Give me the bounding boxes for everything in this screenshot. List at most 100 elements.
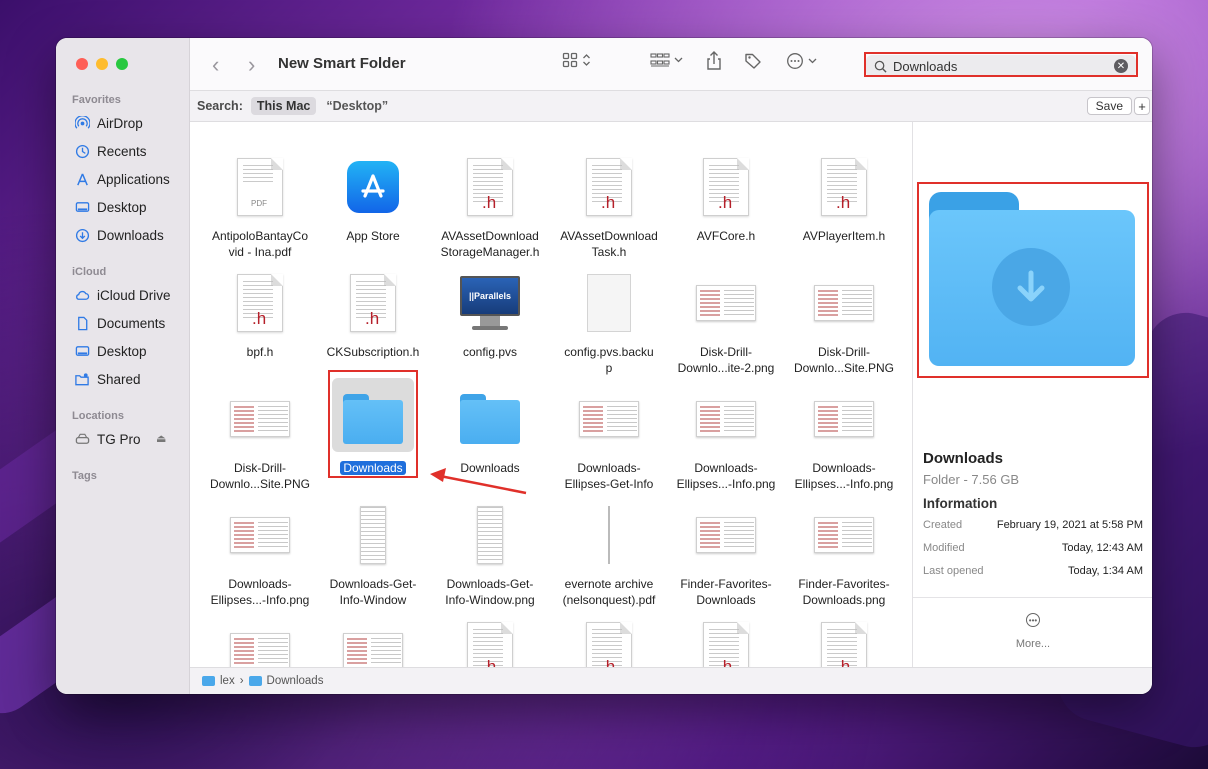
search-field[interactable]: ✕ <box>866 55 1136 77</box>
sidebar-item-recents[interactable]: Recents <box>74 140 147 162</box>
file-item[interactable]: Disk-Drill- Downlo...ite-2.png <box>667 250 785 375</box>
eject-icon[interactable]: ⏏ <box>156 432 166 445</box>
forward-button[interactable]: › <box>248 52 255 78</box>
info-key: Last opened <box>923 565 984 577</box>
sidebar-item-documents[interactable]: Documents <box>74 312 165 334</box>
more-button[interactable]: More... <box>913 638 1152 650</box>
file-item[interactable]: ||Parallels config.pvs <box>431 250 549 366</box>
file-grid: PDF AntipoloBantayCo vid - Ina.pdf App Sto… <box>190 122 912 667</box>
group-by-menu[interactable] <box>650 52 683 68</box>
sidebar-item-shared[interactable]: Shared <box>74 368 141 390</box>
file-item[interactable]: .h AVPlayerItem.h <box>785 134 903 250</box>
folder-preview-icon <box>929 192 1135 366</box>
path-item[interactable]: Downloads <box>267 675 324 687</box>
chevron-down-icon <box>808 58 817 64</box>
path-item[interactable]: lex <box>220 675 235 687</box>
file-item[interactable]: Finder-Favorites- Downloads.png <box>785 482 903 607</box>
file-item[interactable]: Downloads-Get- Info-Window <box>314 482 432 607</box>
h-extension-label: .h <box>365 309 380 328</box>
divider <box>913 597 1152 598</box>
zoom-button[interactable] <box>116 58 128 70</box>
file-item[interactable]: .h CKSubscription.h <box>314 250 432 366</box>
file-item[interactable]: .h AVAssetDownload StorageManager.h <box>431 134 549 259</box>
minimize-button[interactable] <box>96 58 108 70</box>
back-button[interactable]: ‹ <box>212 52 219 78</box>
file-name: config.pvs <box>431 344 549 360</box>
file-item[interactable]: .h <box>431 598 549 667</box>
file-item[interactable]: .h <box>550 598 668 667</box>
file-item[interactable]: Downloads- Ellipses...-Info.png <box>201 482 319 607</box>
desktop-icon <box>74 199 90 215</box>
search-input[interactable] <box>893 58 1108 74</box>
h-extension-label: .h <box>252 309 267 328</box>
toolbar: ‹ › New Smart Folder ✕ <box>190 38 1152 90</box>
file-item[interactable]: .h <box>785 598 903 667</box>
file-item[interactable]: .h <box>667 598 785 667</box>
header-file-icon: .h <box>696 620 756 667</box>
header-file-icon: .h <box>460 156 520 218</box>
close-button[interactable] <box>76 58 88 70</box>
share-button[interactable] <box>706 51 722 71</box>
info-value: February 19, 2021 at 5:58 PM <box>996 519 1143 531</box>
sidebar-item-applications[interactable]: Applications <box>74 168 170 190</box>
window-title: New Smart Folder <box>278 55 406 72</box>
image-file-icon <box>460 504 520 566</box>
sidebar-item-icloud-desktop[interactable]: Desktop <box>74 340 147 362</box>
file-item[interactable]: Downloads- Ellipses...-Info.png <box>667 366 785 491</box>
pdf-file-icon: PDF <box>230 156 290 218</box>
clock-icon <box>74 143 90 159</box>
header-file-icon: .h <box>696 156 756 218</box>
file-item[interactable]: .h bpf.h <box>201 250 319 366</box>
file-item[interactable]: Downloads-Get- Info-Window.png <box>431 482 549 607</box>
header-file-icon: .h <box>814 156 874 218</box>
file-item[interactable]: config.pvs.backu p <box>550 250 668 375</box>
info-heading: Information <box>923 496 998 511</box>
sidebar-item-icloud-drive[interactable]: iCloud Drive <box>74 284 171 306</box>
grid-view-icon <box>562 52 578 68</box>
file-item[interactable]: Finder-Favorites- Downloads <box>667 482 785 607</box>
file-item[interactable]: Disk-Drill- Downlo...Site.PNG <box>201 366 319 491</box>
traffic-lights <box>76 58 128 70</box>
preview-pane: Downloads Folder - 7.56 GB Information C… <box>912 122 1152 667</box>
file-item[interactable]: App Store <box>314 134 432 250</box>
image-file-icon <box>579 388 639 450</box>
file-item[interactable] <box>314 598 432 667</box>
app-store-icon <box>343 156 403 218</box>
file-item[interactable] <box>201 598 319 667</box>
add-criteria-button[interactable]: + <box>1134 97 1150 115</box>
pdf-label: PDF <box>251 199 267 208</box>
cloud-icon <box>74 287 90 303</box>
h-extension-label: .h <box>836 193 851 212</box>
save-button[interactable]: Save <box>1086 97 1132 115</box>
more-icon[interactable]: ••• <box>1026 613 1040 627</box>
info-value: Today, 12:43 AM <box>1061 542 1143 554</box>
scope-this-mac[interactable]: This Mac <box>250 97 317 115</box>
drive-icon <box>74 431 90 447</box>
action-menu[interactable] <box>786 52 817 70</box>
clear-search-icon[interactable]: ✕ <box>1114 59 1128 73</box>
tag-button[interactable] <box>744 52 762 70</box>
sidebar-item-tg-pro[interactable]: TG Pro <box>74 428 141 450</box>
folder-icon <box>248 676 262 686</box>
parallels-icon: ||Parallels <box>460 272 520 334</box>
sidebar-item-desktop[interactable]: Desktop <box>74 196 147 218</box>
file-item[interactable]: Disk-Drill- Downlo...Site.PNG <box>785 250 903 375</box>
sidebar-item-label: iCloud Drive <box>97 287 171 303</box>
file-item[interactable]: Downloads <box>314 366 432 482</box>
file-item[interactable]: evernote archive (nelsonquest).pdf <box>550 482 668 607</box>
file-item[interactable]: PDF AntipoloBantayCo vid - Ina.pdf <box>201 134 319 259</box>
view-toggle[interactable] <box>562 52 591 68</box>
sidebar-item-airdrop[interactable]: AirDrop <box>74 112 143 134</box>
header-file-icon: .h <box>460 620 520 667</box>
file-item[interactable]: Downloads- Ellipses-Get-Info <box>550 366 668 491</box>
file-name-text: Downloads <box>460 461 520 475</box>
sidebar-item-label: Applications <box>97 171 170 187</box>
group-icon <box>650 53 670 67</box>
file-item[interactable]: .h AVFCore.h <box>667 134 785 250</box>
scope-desktop[interactable]: “Desktop” <box>326 99 388 113</box>
file-name-text: App Store <box>346 229 400 243</box>
file-item[interactable]: .h AVAssetDownload Task.h <box>550 134 668 259</box>
file-item[interactable]: Downloads <box>431 366 549 482</box>
sidebar-item-downloads[interactable]: Downloads <box>74 224 164 246</box>
file-item[interactable]: Downloads- Ellipses...-Info.png <box>785 366 903 491</box>
